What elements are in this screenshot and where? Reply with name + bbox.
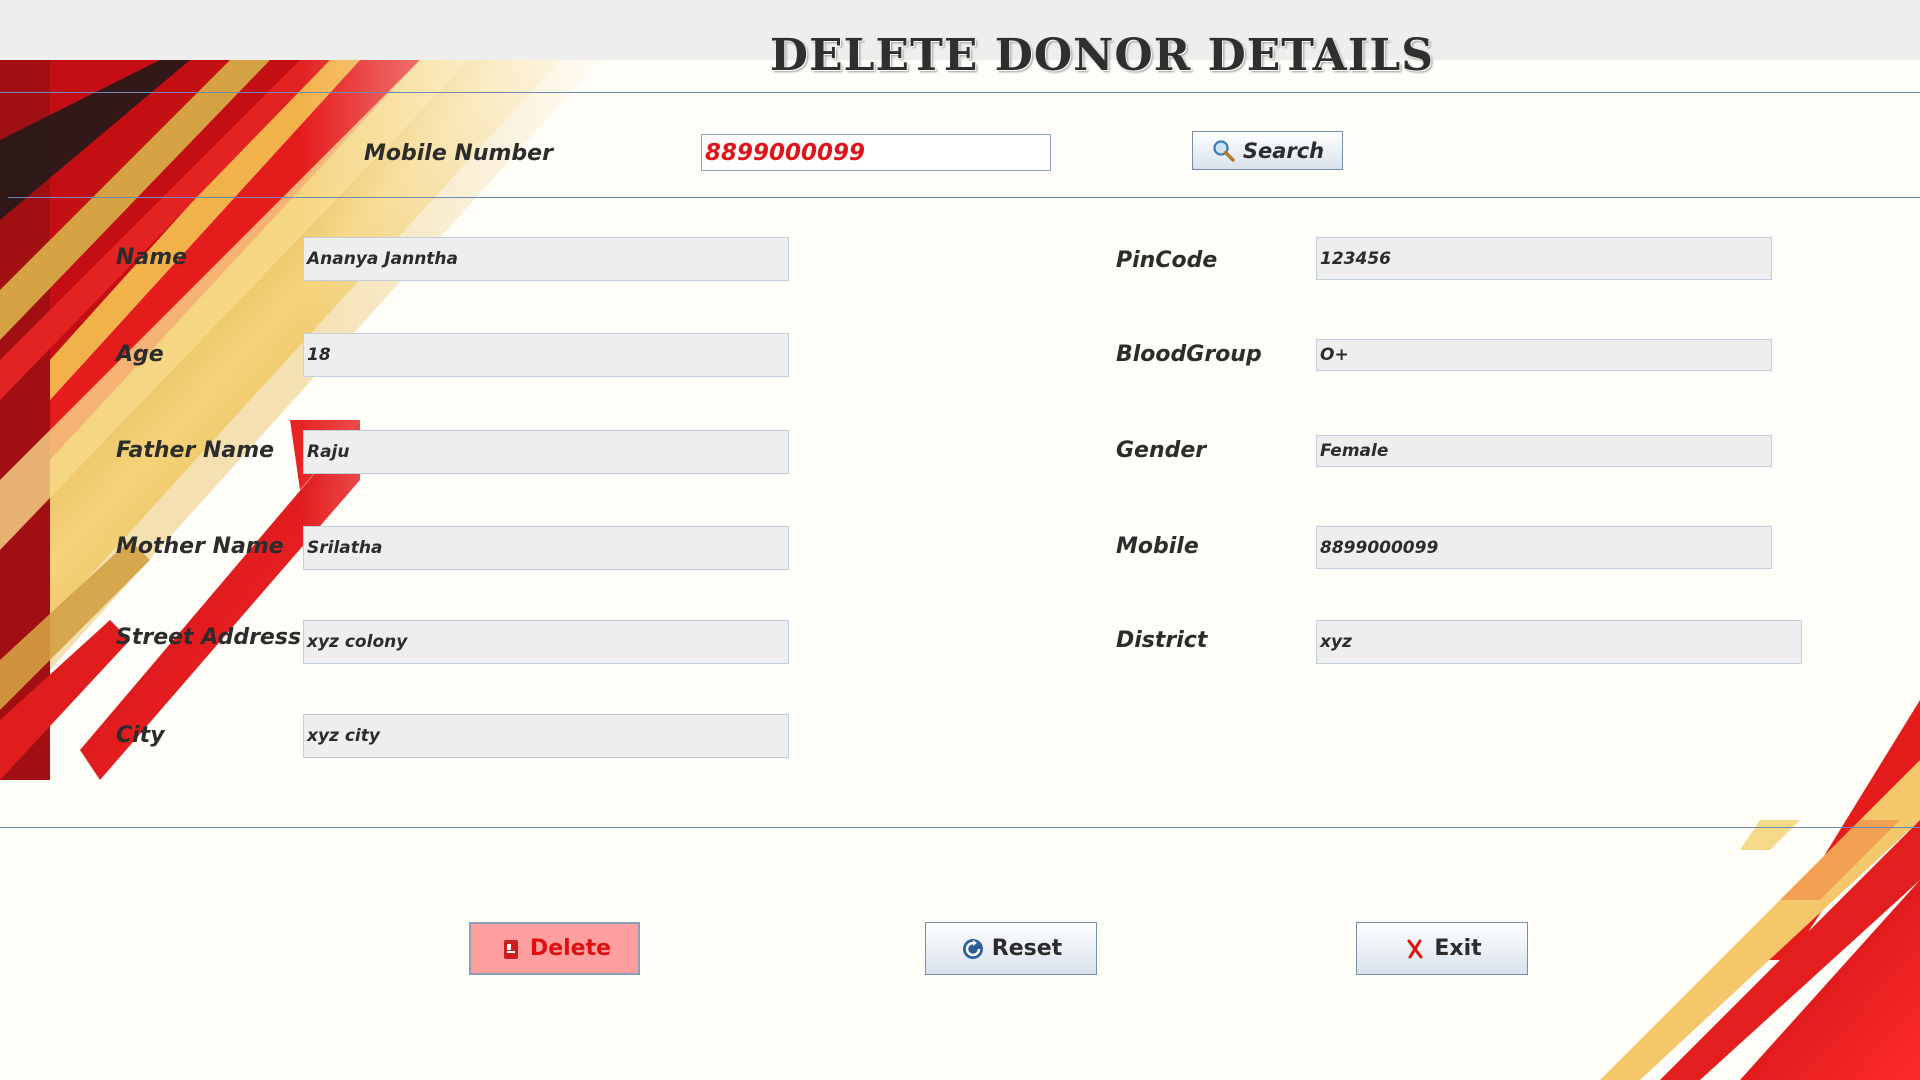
refresh-icon [960, 936, 986, 962]
search-button[interactable]: Search [1192, 131, 1343, 170]
trash-icon [498, 936, 524, 962]
divider-bottom [0, 827, 1920, 828]
name-field[interactable]: Ananya Janntha [303, 237, 789, 281]
city-label: City [116, 723, 165, 748]
name-label: Name [116, 245, 188, 270]
delete-button[interactable]: Delete [469, 922, 640, 975]
age-field[interactable]: 18 [303, 333, 789, 377]
mobile-number-search-input[interactable]: 8899000099 [701, 134, 1051, 171]
reset-button-label: Reset [991, 936, 1063, 961]
district-label: District [1116, 628, 1208, 653]
close-x-icon [1402, 936, 1428, 962]
magnifier-icon [1211, 138, 1237, 164]
delete-button-label: Delete [529, 936, 612, 961]
app-window: DELETE DONOR DETAILS Mobile Number 88990… [0, 0, 1920, 1080]
street-address-label: Street Address [116, 625, 302, 650]
page-title: DELETE DONOR DETAILS [769, 30, 1435, 81]
exit-button[interactable]: Exit [1356, 922, 1528, 975]
divider-search [8, 197, 1920, 198]
bloodgroup-label: BloodGroup [1116, 342, 1262, 367]
exit-button-label: Exit [1434, 936, 1482, 961]
age-label: Age [116, 342, 164, 367]
mother-name-label: Mother Name [116, 534, 284, 559]
city-field[interactable]: xyz city [303, 714, 789, 758]
gender-field[interactable]: Female [1316, 435, 1772, 467]
search-button-label: Search [1242, 138, 1325, 163]
mobile-number-label: Mobile Number [364, 141, 553, 166]
mother-name-field[interactable]: Srilatha [303, 526, 789, 570]
father-name-field[interactable]: Raju [303, 430, 789, 474]
divider-top [0, 92, 1920, 93]
bloodgroup-field[interactable]: O+ [1316, 339, 1772, 371]
district-field[interactable]: xyz [1316, 620, 1802, 664]
mobile-label: Mobile [1116, 534, 1199, 559]
reset-button[interactable]: Reset [925, 922, 1097, 975]
gender-label: Gender [1116, 438, 1207, 463]
pincode-label: PinCode [1116, 248, 1218, 273]
street-address-field[interactable]: xyz colony [303, 620, 789, 664]
father-name-label: Father Name [116, 438, 275, 463]
pincode-field[interactable]: 123456 [1316, 237, 1772, 280]
mobile-field[interactable]: 8899000099 [1316, 526, 1772, 569]
